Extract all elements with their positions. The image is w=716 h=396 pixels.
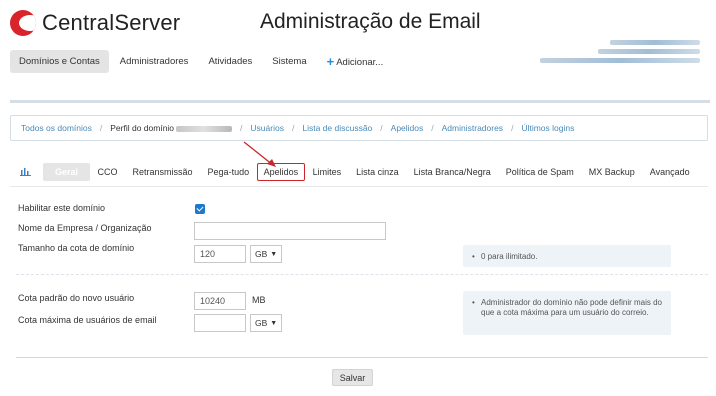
header: CentralServer Administração de Email Dom… [0,0,716,104]
quota-hint-text: 0 para ilimitado. [481,252,538,261]
logo-mark-icon [10,10,36,36]
max-user-quota-unit-value: GB [255,318,268,328]
redacted-domain [176,125,233,132]
breadcrumb-separator: / [99,123,103,133]
domain-quota-unit-select[interactable]: GB ▼ [250,245,283,263]
page-title: Administração de Email [260,10,481,33]
breadcrumb-users[interactable]: Usuários [250,123,284,133]
breadcrumb-separator: / [291,123,295,133]
breadcrumb-separator: / [380,123,383,133]
tab-aliases[interactable]: Apelidos [256,163,306,181]
domain-quota-label: Tamanho da cota de domínio [18,243,135,253]
company-label: Nome da Empresa / Organização [18,223,152,233]
breadcrumb-domain-profile: Perfil do domínio [110,123,233,133]
domain-quota-unit-value: GB [255,249,268,259]
logo-text: CentralServer [42,10,181,35]
logo[interactable]: CentralServer [10,10,180,36]
top-nav: Domínios e Contas Administradores Ativid… [10,48,394,74]
tab-cco[interactable]: CCO [90,163,125,181]
tab-advanced[interactable]: Avançado [642,163,697,181]
tab-catch-all[interactable]: Pega-tudo [200,163,257,181]
tab-divider [10,186,708,187]
default-user-quota-label: Cota padrão do novo usuário [18,293,135,303]
tab-spam-policy[interactable]: Política de Spam [498,163,581,181]
tab-mx-backup[interactable]: MX Backup [581,163,642,181]
breadcrumb-domain-profile-label: Perfil do domínio [110,123,175,133]
section-divider [16,274,708,275]
tab-greylist[interactable]: Lista cinza [349,163,407,181]
default-user-quota-unit: MB [252,295,266,305]
save-button[interactable]: Salvar [332,369,373,386]
max-user-quota-unit-select[interactable]: GB ▼ [250,314,283,332]
bar-chart-icon[interactable] [10,162,43,183]
enable-domain-label: Habilitar este domínio [18,203,106,213]
plus-icon: + [326,53,335,69]
header-divider [10,100,710,103]
chevron-down-icon: ▼ [270,319,278,327]
tab-whitelist-blacklist[interactable]: Lista Branca/Negra [406,163,498,181]
breadcrumb-aliases[interactable]: Apelidos [391,123,424,133]
max-quota-hint-box: Administrador do domínio não pode defini… [463,291,671,335]
breadcrumb-separator: / [240,123,243,133]
breadcrumb-last-logins[interactable]: Últimos logins [521,123,574,133]
max-user-quota-label: Cota máxima de usuários de email [18,315,157,325]
domain-tabs: Geral CCO Retransmissão Pega-tudo Apelid… [10,161,697,183]
nav-administrators[interactable]: Administradores [111,50,198,73]
max-quota-hint-text: Administrador do domínio não pode defini… [481,298,662,317]
tab-limits[interactable]: Limites [305,163,349,181]
nav-activities[interactable]: Atividades [199,50,261,73]
quota-hint-box: 0 para ilimitado. [463,245,671,267]
form-footer-divider [16,357,708,358]
breadcrumb-all-domains[interactable]: Todos os domínios [21,123,92,133]
nav-add-label: Adicionar... [336,56,384,68]
breadcrumb-administrators[interactable]: Administradores [442,123,503,133]
breadcrumb-mailing-list[interactable]: Lista de discussão [302,123,372,133]
max-user-quota-input[interactable] [194,314,246,332]
breadcrumb-separator: / [511,123,514,133]
breadcrumb: Todos os domínios / Perfil do domínio / … [10,115,708,141]
tab-general[interactable]: Geral [43,163,91,181]
domain-quota-input[interactable] [194,245,246,263]
nav-add[interactable]: + Adicionar... [318,48,393,75]
breadcrumb-separator: / [431,123,434,133]
enable-domain-checkbox[interactable] [195,204,205,214]
account-info[interactable] [540,36,700,66]
chevron-down-icon: ▼ [270,250,278,258]
tab-relay[interactable]: Retransmissão [125,163,200,181]
nav-system[interactable]: Sistema [263,50,315,73]
nav-domains-accounts[interactable]: Domínios e Contas [10,49,109,73]
default-user-quota-input[interactable] [194,292,246,310]
company-input[interactable] [194,222,386,240]
